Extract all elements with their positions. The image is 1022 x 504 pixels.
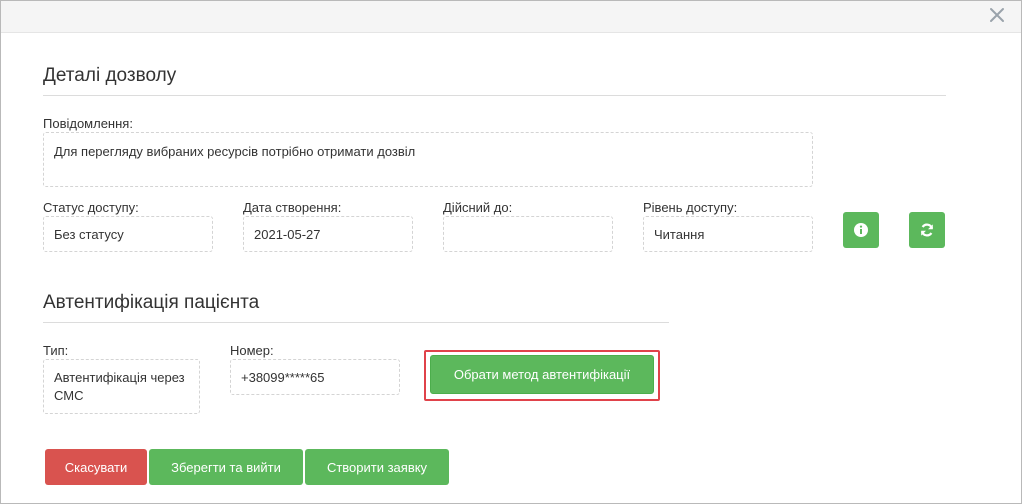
auth-type-label: Тип: [43,343,69,358]
access-level-field: Читання [643,216,813,252]
info-icon [854,223,868,237]
created-date-field: 2021-05-27 [243,216,413,252]
cancel-button[interactable]: Скасувати [45,449,147,485]
modal-header [1,1,1021,33]
status-field: Без статусу [43,216,213,252]
close-icon [990,8,1004,22]
auth-type-field: Автентифікація через СМС [43,359,200,414]
close-button[interactable] [987,5,1007,27]
valid-until-label: Дійсний до: [443,200,513,215]
refresh-icon [920,223,934,237]
created-date-label: Дата створення: [243,200,342,215]
status-label: Статус доступу: [43,200,139,215]
message-label: Повідомлення: [43,116,133,131]
info-button[interactable] [843,212,879,248]
save-and-exit-button[interactable]: Зберегти та вийти [149,449,303,485]
refresh-button[interactable] [909,212,945,248]
choose-auth-method-button[interactable]: Обрати метод автентифікації [430,355,654,394]
phone-number-field: +38099*****65 [230,359,400,395]
permission-modal: Деталі дозволу Повідомлення: Для перегля… [0,0,1022,504]
access-level-label: Рівень доступу: [643,200,738,215]
details-section-title: Деталі дозволу [43,65,946,96]
phone-number-label: Номер: [230,343,274,358]
valid-until-field [443,216,613,252]
auth-section-title: Автентифікація пацієнта [43,292,669,323]
message-field: Для перегляду вибраних ресурсів потрібно… [43,132,813,187]
create-request-button[interactable]: Створити заявку [305,449,449,485]
